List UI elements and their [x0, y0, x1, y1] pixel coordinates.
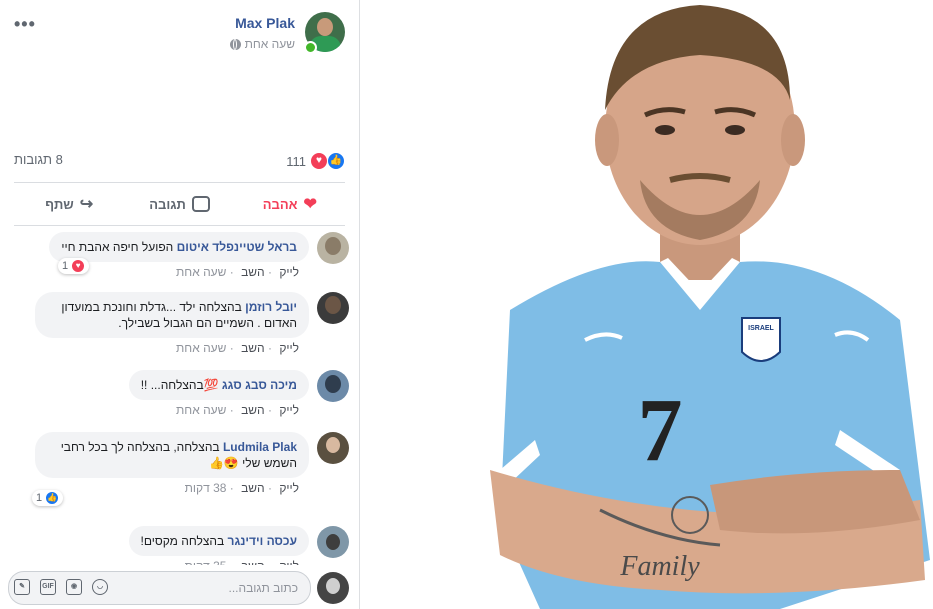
avatar[interactable] [317, 292, 349, 324]
comment-composer: כתוב תגובה... ✎ GIF ◉ ◡ [0, 565, 359, 609]
post-photo[interactable]: ISRAEL 7 Family [360, 0, 933, 609]
emoji-icon[interactable]: ◡ [92, 579, 108, 595]
avatar[interactable] [317, 432, 349, 464]
comment-reply-link[interactable]: השב [241, 265, 265, 279]
comment-time[interactable]: שעה אחת [176, 341, 226, 355]
comment-body: בראל שטיינפלד איטום הפועל חיפה אהבת חיי … [49, 232, 309, 279]
comment-bubble: יובל רוזמן בהצלחה ילד ...גדלת וחונכת במו… [35, 292, 309, 338]
comment-button[interactable]: תגובה [124, 183, 234, 225]
reactions-count: 111 [286, 153, 306, 169]
comment-reply-link[interactable]: השב [241, 403, 265, 417]
avatar [317, 572, 349, 604]
avatar-face [317, 18, 333, 36]
comment-body: יובל רוזמן בהצלחה ילד ...גדלת וחונכת במו… [35, 292, 309, 355]
share-label: שתף [45, 196, 74, 212]
globe-icon [229, 38, 241, 50]
comment-text: בהצלחה מקסים! [140, 534, 225, 548]
comment-reactions-count: 1 [36, 492, 43, 504]
avatar[interactable] [317, 232, 349, 264]
comment-actions: לייק · השב · שעה אחת [176, 403, 299, 417]
post-header: Max Plak שעה אחת ••• [14, 12, 345, 54]
avatar[interactable] [317, 370, 349, 402]
comment-actions: לייק · השב · שעה אחת [176, 341, 299, 355]
comment-actions: לייק · השב · 38 דקות [184, 481, 299, 495]
comment-reactions-badge[interactable]: 1 👍 [32, 490, 64, 506]
heart-icon: ❤ [303, 196, 317, 213]
comment-text: 💯בהצלחה... !! [140, 378, 219, 392]
post-time[interactable]: שעה אחת [245, 37, 295, 51]
comment-bubble: בראל שטיינפלד איטום הפועל חיפה אהבת חיי [49, 232, 309, 262]
comment-bubble: עכסה וידינגר בהצלחה מקסים! [128, 526, 309, 556]
badge-text: ISRAEL [748, 325, 774, 332]
comment-input-placeholder: כתוב תגובה... [228, 581, 299, 595]
like-reaction-icon: 👍 [45, 491, 60, 505]
more-options-icon[interactable]: ••• [14, 14, 36, 35]
tattoo-text: Family [619, 551, 700, 582]
avatar[interactable] [317, 526, 349, 558]
comment-like-link[interactable]: לייק [279, 341, 299, 355]
like-reaction-icon: 👍 [327, 152, 345, 170]
camera-icon[interactable]: ◉ [66, 579, 82, 595]
comment-reactions-count: 1 [62, 260, 69, 272]
post-actions: ❤ אהבה תגובה ↪ שתף [14, 182, 345, 226]
comment-author[interactable]: בראל שטיינפלד איטום [177, 240, 297, 254]
comment-reply-link[interactable]: השב [241, 481, 265, 495]
comment-time[interactable]: שעה אחת [176, 265, 226, 279]
comment-author[interactable]: Ludmila Plak [223, 440, 297, 454]
love-reaction-icon: ♥ [310, 152, 328, 170]
comment-body: Ludmila Plak בהצלחה, בהצלחה לך בכל רחבי … [35, 432, 309, 495]
composer-icons: ✎ GIF ◉ ◡ [14, 579, 108, 595]
post-panel: Max Plak שעה אחת ••• 111 ♥ 👍 8 תגובות ❤ … [0, 0, 360, 609]
comment-bubble: מיכה סבג סגג 💯בהצלחה... !! [128, 370, 309, 400]
comment-icon [191, 196, 210, 212]
comment-bubble: Ludmila Plak בהצלחה, בהצלחה לך בכל רחבי … [35, 432, 309, 478]
gif-icon[interactable]: GIF [40, 579, 56, 595]
comment-body: מיכה סבג סגג 💯בהצלחה... !! לייק · השב · … [128, 370, 309, 417]
comment-like-link[interactable]: לייק [279, 481, 299, 495]
comments-count[interactable]: 8 תגובות [14, 152, 63, 167]
love-button[interactable]: ❤ אהבה [235, 183, 345, 225]
online-status-dot [304, 41, 317, 54]
share-icon: ↪ [79, 196, 94, 213]
comment-author[interactable]: מיכה סבג סגג [222, 378, 297, 392]
player-photo: ISRAEL 7 Family [360, 0, 933, 609]
post-meta: שעה אחת [229, 37, 295, 51]
post-stats: 111 ♥ 👍 8 תגובות [14, 152, 345, 172]
comment-author[interactable]: עכסה וידינגר [228, 534, 297, 548]
comment-like-link[interactable]: לייק [279, 403, 299, 417]
comment-time[interactable]: 38 דקות [185, 481, 227, 495]
jersey-number: 7 [638, 381, 683, 480]
comment-reactions-badge[interactable]: 1 ♥ [58, 258, 90, 274]
comment-time[interactable]: שעה אחת [176, 403, 226, 417]
share-button[interactable]: ↪ שתף [14, 183, 124, 225]
love-reaction-icon: ♥ [71, 259, 86, 273]
comment-text: הפועל חיפה אהבת חיי [61, 240, 174, 254]
comment-reply-link[interactable]: השב [241, 341, 265, 355]
comment-label: תגובה [149, 196, 186, 212]
comment-author[interactable]: יובל רוזמן [245, 300, 297, 314]
sticker-icon[interactable]: ✎ [14, 579, 30, 595]
love-label: אהבה [262, 196, 298, 212]
comment-like-link[interactable]: לייק [279, 265, 299, 279]
author-name[interactable]: Max Plak [235, 15, 295, 31]
reactions-summary[interactable]: 111 ♥ 👍 [286, 152, 345, 170]
